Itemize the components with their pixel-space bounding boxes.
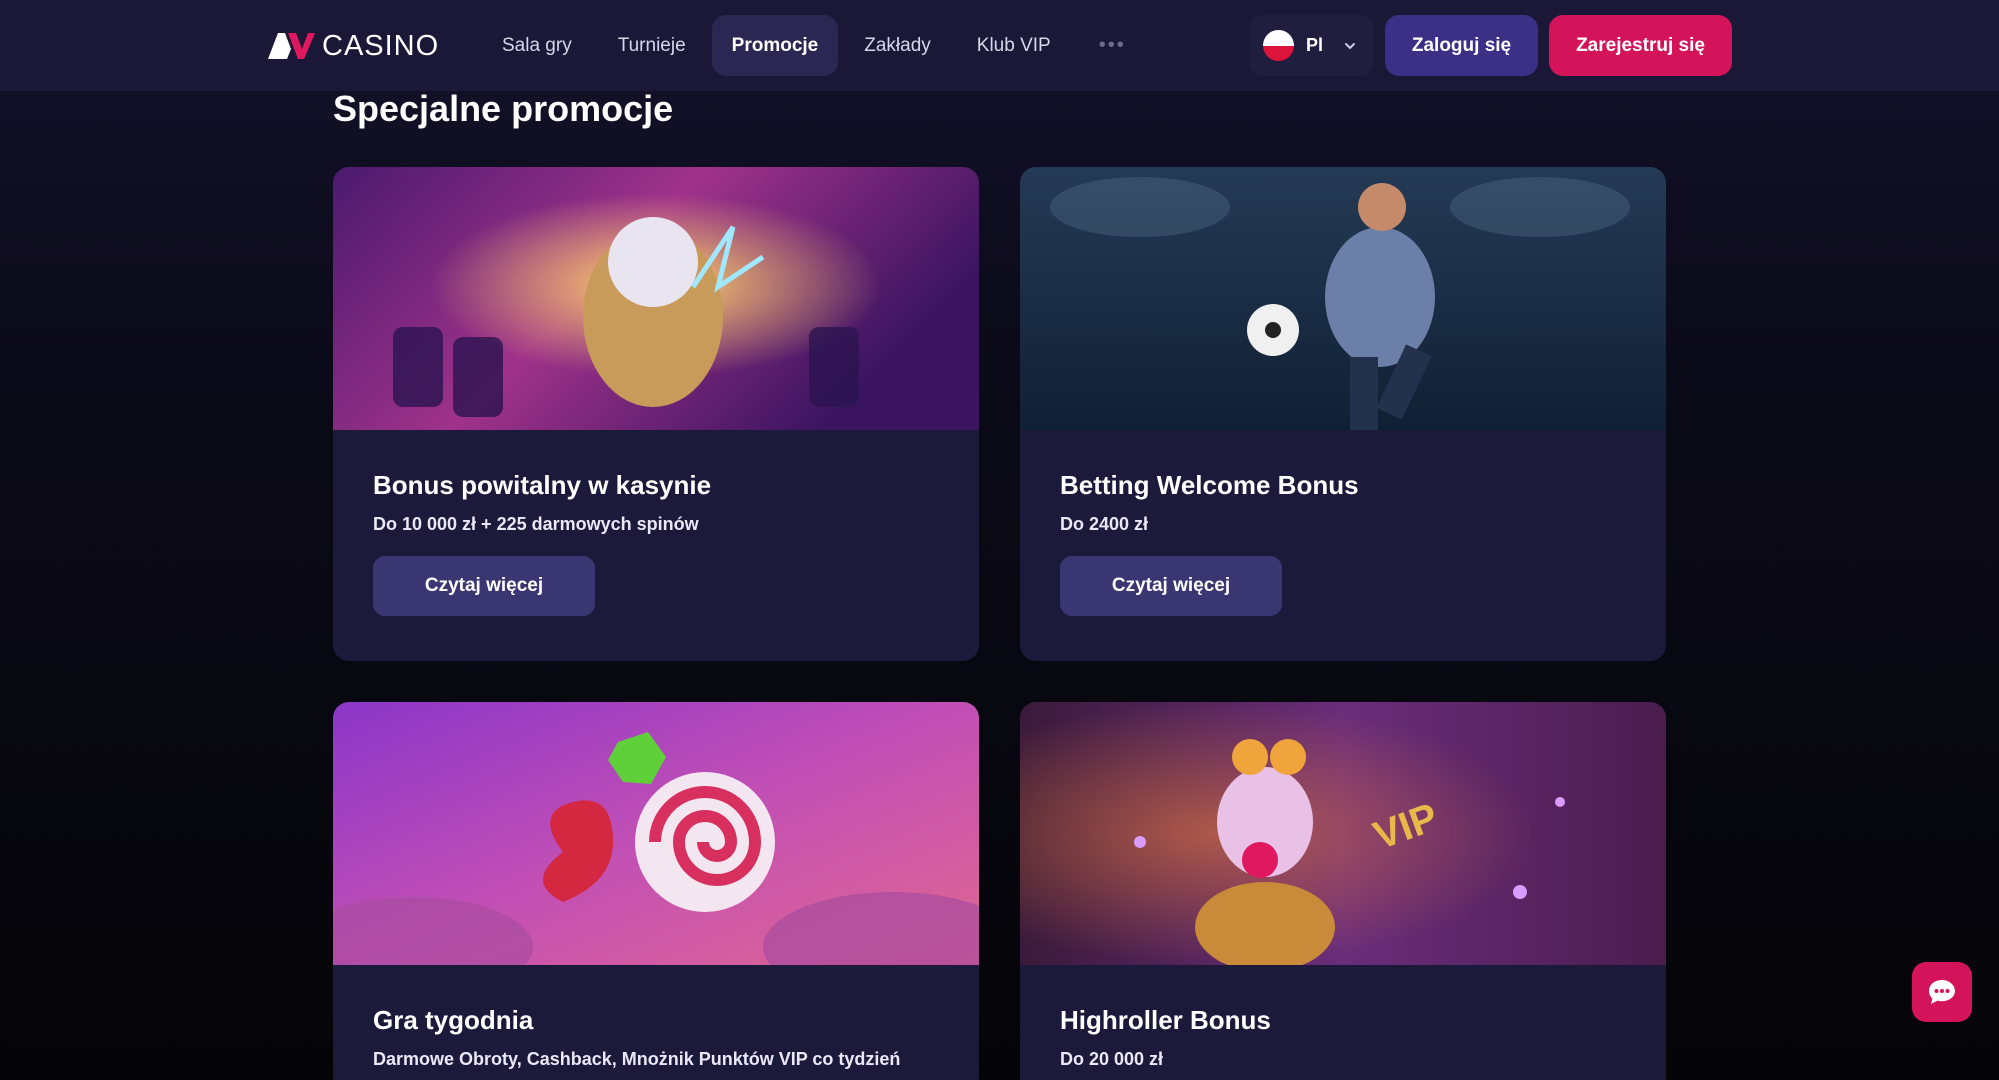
logo-mark-icon bbox=[268, 33, 315, 59]
nav-item-klub-vip[interactable]: Klub VIP bbox=[957, 15, 1071, 76]
card-subtitle: Do 20 000 zł bbox=[1060, 1049, 1164, 1069]
promo-card-casino-welcome[interactable]: Bonus powitalny w kasynie Do 10 000 zł +… bbox=[333, 167, 979, 661]
card-title: Betting Welcome Bonus bbox=[1060, 470, 1359, 500]
main-nav: Sala gry Turnieje Promocje Zakłady Klub … bbox=[482, 15, 1154, 76]
language-selector[interactable]: Pl bbox=[1249, 15, 1374, 76]
register-button[interactable]: Zarejestruj się bbox=[1549, 15, 1732, 76]
top-navbar: CASINO Sala gry Turnieje Promocje Zakład… bbox=[0, 0, 1999, 91]
chat-icon bbox=[1929, 980, 1955, 1004]
card-subtitle: Do 2400 zł bbox=[1060, 514, 1149, 534]
card-subtitle: Darmowe Obroty, Cashback, Mnożnik Punktó… bbox=[373, 1049, 901, 1069]
promo-card-highroller[interactable]: VIP Highroller Bonus Do 20 000 zł bbox=[1020, 702, 1666, 1080]
read-more-button[interactable]: Czytaj więcej bbox=[373, 556, 595, 616]
promo-image-zeus bbox=[333, 167, 979, 430]
live-chat-button[interactable] bbox=[1912, 962, 1972, 1022]
language-code: Pl bbox=[1306, 35, 1324, 55]
nav-item-sala-gry[interactable]: Sala gry bbox=[482, 15, 592, 76]
card-title: Highroller Bonus bbox=[1060, 1005, 1271, 1035]
promo-card-game-of-week[interactable]: Gra tygodnia Darmowe Obroty, Cashback, M… bbox=[333, 702, 979, 1080]
logo[interactable]: CASINO bbox=[266, 28, 439, 64]
promo-image-football-player bbox=[1020, 167, 1666, 430]
read-more-button[interactable]: Czytaj więcej bbox=[1060, 556, 1282, 616]
promo-image-vip-girl: VIP bbox=[1020, 702, 1666, 965]
promo-image-candy bbox=[333, 702, 979, 965]
promo-card-betting-welcome[interactable]: Betting Welcome Bonus Do 2400 zł Czytaj … bbox=[1020, 167, 1666, 661]
chevron-down-icon bbox=[1345, 42, 1356, 49]
nav-item-zaklady[interactable]: Zakłady bbox=[844, 15, 951, 76]
more-menu-button[interactable]: ••• bbox=[1077, 15, 1148, 76]
card-title: Gra tygodnia bbox=[373, 1005, 534, 1035]
poland-flag-icon bbox=[1263, 30, 1294, 61]
login-button[interactable]: Zaloguj się bbox=[1385, 15, 1538, 76]
logo-text: CASINO bbox=[322, 29, 440, 62]
card-title: Bonus powitalny w kasynie bbox=[373, 470, 712, 500]
nav-item-turnieje[interactable]: Turnieje bbox=[598, 15, 706, 76]
nav-item-promocje[interactable]: Promocje bbox=[711, 15, 839, 76]
card-subtitle: Do 10 000 zł + 225 darmowych spinów bbox=[373, 514, 699, 534]
section-title: Specjalne promocje bbox=[333, 88, 674, 129]
